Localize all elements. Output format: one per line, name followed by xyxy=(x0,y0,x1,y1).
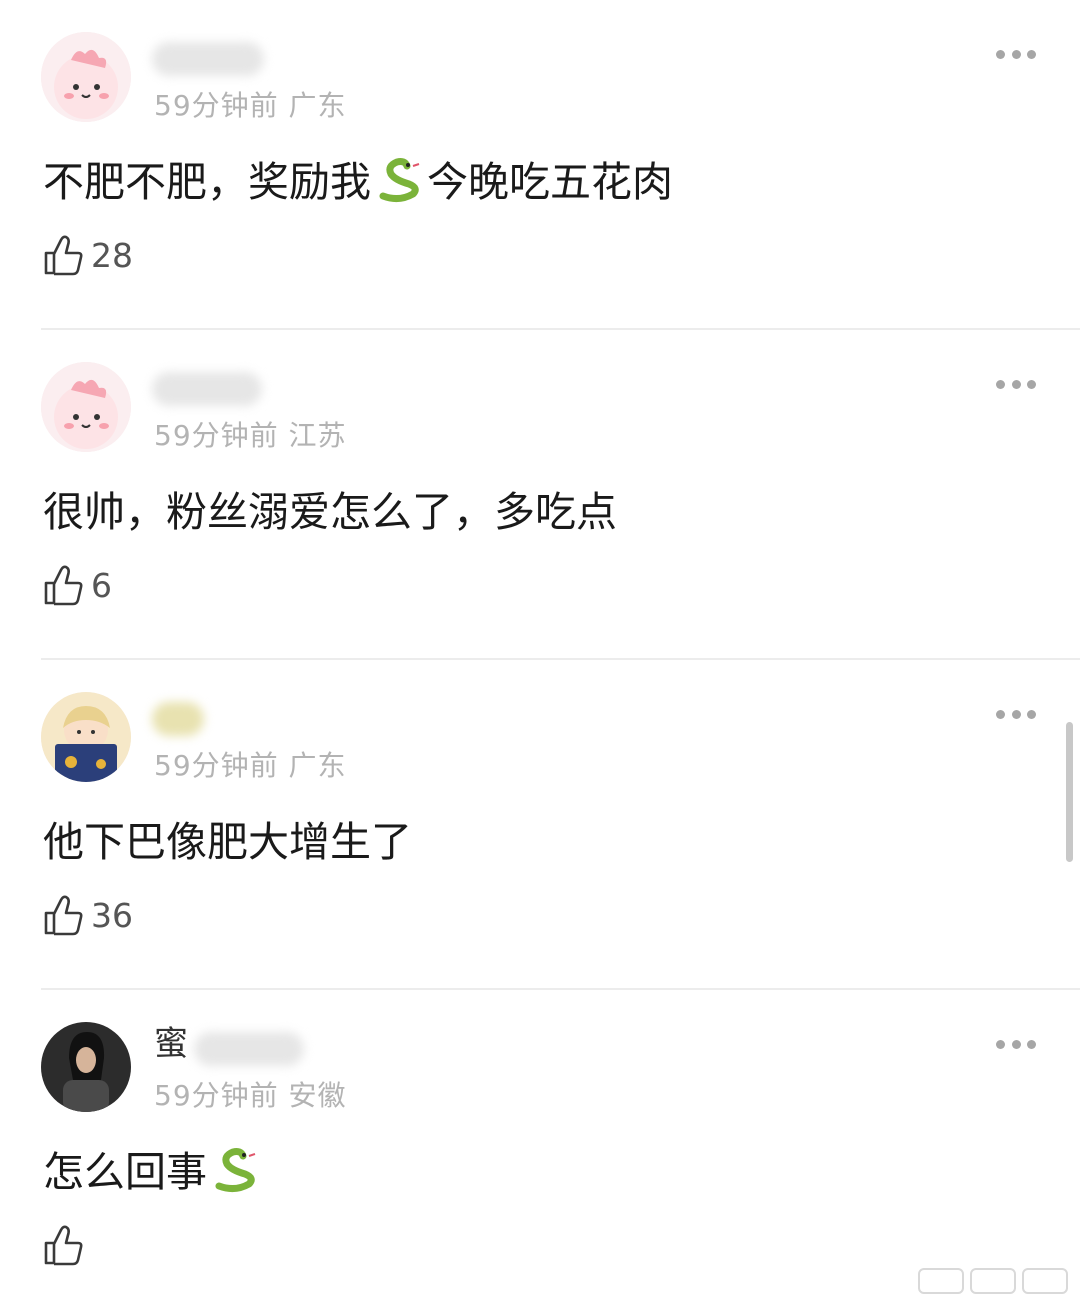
username-blurred[interactable] xyxy=(152,372,262,406)
comment-meta: 59分钟前 广东 xyxy=(154,744,347,784)
comment-time: 59分钟前 xyxy=(154,419,279,452)
comment-time: 59分钟前 xyxy=(154,1079,279,1112)
username-blurred[interactable] xyxy=(152,42,264,76)
avatar[interactable] xyxy=(41,692,131,782)
more-dots-icon[interactable] xyxy=(996,48,1036,60)
scrollbar[interactable] xyxy=(1066,722,1073,862)
like-button[interactable]: 36 xyxy=(43,890,133,940)
like-button[interactable]: 28 xyxy=(43,230,133,280)
comment-text: 很帅，粉丝溺爱怎么了，多吃点 xyxy=(43,478,617,538)
username[interactable]: 蜜 xyxy=(154,1016,188,1065)
like-button[interactable] xyxy=(43,1220,91,1270)
more-dots-icon[interactable] xyxy=(996,378,1036,390)
comment-text: 他下巴像肥大增生了 xyxy=(43,808,412,868)
comment-location: 广东 xyxy=(288,749,347,782)
snake-emoji-icon xyxy=(209,1142,261,1194)
comment-text-before: 很帅，粉丝溺爱怎么了，多吃点 xyxy=(43,488,617,536)
comment-text: 不肥不肥，奖励我 今晚吃五花肉 xyxy=(43,148,673,208)
avatar[interactable] xyxy=(41,362,131,452)
like-count: 36 xyxy=(91,895,133,935)
comment-text-before: 怎么回事 xyxy=(43,1148,207,1196)
comment-location: 安徽 xyxy=(288,1079,347,1112)
thumbs-up-icon xyxy=(43,893,85,937)
thumbs-up-icon xyxy=(43,233,85,277)
comment-text: 怎么回事 xyxy=(43,1138,263,1198)
like-count: 28 xyxy=(91,235,133,275)
comment-item[interactable]: 59分钟前 广东 他下巴像肥大增生了 36 xyxy=(0,660,1080,990)
like-button[interactable]: 6 xyxy=(43,560,112,610)
comment-meta: 59分钟前 广东 xyxy=(154,84,347,124)
thumbs-up-icon xyxy=(43,1223,85,1267)
comment-meta: 59分钟前 江苏 xyxy=(154,414,347,454)
more-dots-icon[interactable] xyxy=(996,708,1036,720)
comment-time: 59分钟前 xyxy=(154,89,279,122)
snake-emoji-icon xyxy=(373,152,425,204)
comment-text-before: 他下巴像肥大增生了 xyxy=(43,818,412,866)
like-count: 6 xyxy=(91,565,112,605)
comment-text-before: 不肥不肥，奖励我 xyxy=(43,158,371,206)
comment-meta: 59分钟前 安徽 xyxy=(154,1074,347,1114)
username-blurred[interactable] xyxy=(194,1032,304,1066)
comment-item[interactable]: 蜜 59分钟前 安徽 怎么回事 xyxy=(0,990,1080,1304)
comment-time: 59分钟前 xyxy=(154,749,279,782)
comment-item[interactable]: 59分钟前 广东 不肥不肥，奖励我 今晚吃五花肉 28 xyxy=(0,0,1080,330)
thumbs-up-icon xyxy=(43,563,85,607)
comment-text-after: 今晚吃五花肉 xyxy=(427,158,673,206)
username-blurred[interactable] xyxy=(152,702,204,736)
avatar[interactable] xyxy=(41,32,131,122)
page-indicator xyxy=(918,1268,1068,1294)
more-dots-icon[interactable] xyxy=(996,1038,1036,1050)
comment-location: 广东 xyxy=(288,89,347,122)
avatar[interactable] xyxy=(41,1022,131,1112)
comment-item[interactable]: 59分钟前 江苏 很帅，粉丝溺爱怎么了，多吃点 6 xyxy=(0,330,1080,660)
comment-location: 江苏 xyxy=(288,419,347,452)
